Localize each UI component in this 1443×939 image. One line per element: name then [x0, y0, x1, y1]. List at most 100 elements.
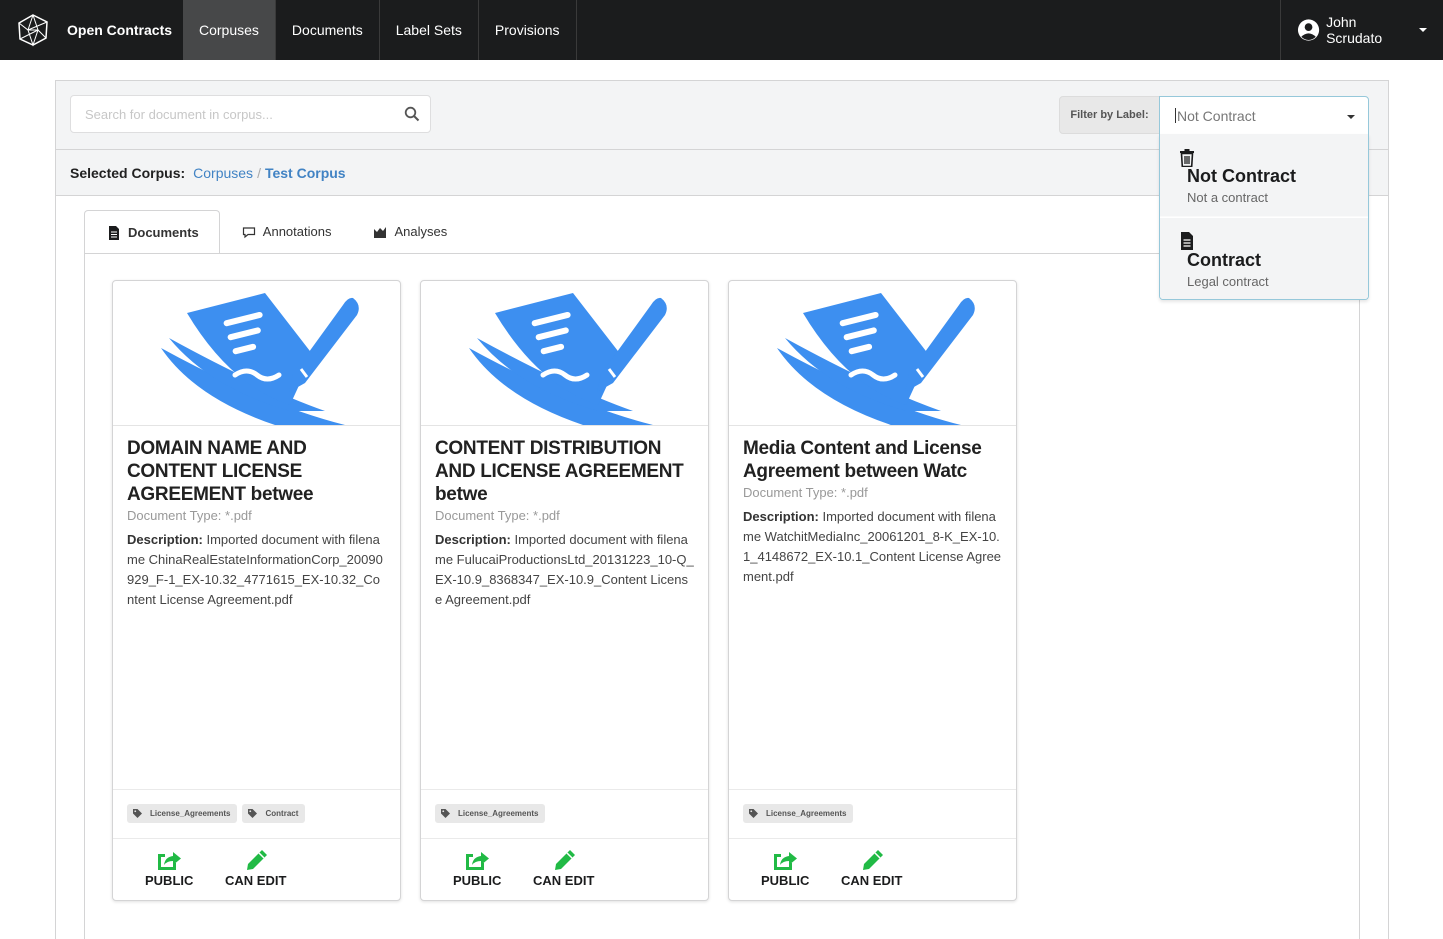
filter-selected-value: Not Contract [1177, 107, 1256, 124]
document-card[interactable]: DOMAIN NAME AND CONTENT LICENSE AGREEMEN… [112, 280, 401, 901]
tag-icon [749, 809, 758, 818]
breadcrumb-corpuses-link[interactable]: Corpuses [193, 165, 253, 181]
public-label: PUBLIC [453, 873, 502, 888]
document-description: Description: Imported document with file… [435, 530, 694, 610]
public-label: PUBLIC [761, 873, 810, 888]
search-input[interactable] [71, 106, 404, 122]
chart-icon [374, 226, 387, 238]
comment-icon [242, 226, 255, 238]
pencil-icon [862, 850, 883, 870]
label-tag[interactable]: License_Agreements [127, 804, 238, 823]
document-labels: License_Agreements [729, 789, 1016, 839]
document-sign-icon [161, 293, 359, 425]
tab-annotations-label: Annotations [262, 224, 332, 239]
user-avatar-icon [1297, 19, 1320, 41]
label-tag[interactable]: License_Agreements [435, 804, 546, 823]
document-thumbnail [113, 281, 400, 426]
user-menu[interactable]: John Scrudato [1280, 0, 1443, 60]
tab-analyses[interactable]: Analyses [351, 210, 467, 253]
tab-documents[interactable]: Documents [84, 210, 220, 254]
tag-icon [133, 809, 142, 818]
card-body: Media Content and License Agreement betw… [729, 426, 1016, 587]
tab-annotations[interactable]: Annotations [220, 210, 352, 253]
document-type: Document Type: *.pdf [127, 508, 252, 523]
search-icon[interactable] [404, 106, 420, 122]
document-type: Document Type: *.pdf [435, 508, 560, 523]
label-tag[interactable]: License_Agreements [743, 804, 854, 823]
document-labels: License_Agreements [421, 789, 708, 839]
open-contracts-logo-icon [18, 14, 48, 47]
pencil-icon [246, 850, 267, 870]
edit-permission[interactable]: CAN EDIT [841, 849, 902, 888]
tag-icon [248, 809, 258, 818]
option-title: Not Contract [1187, 166, 1296, 186]
card-body: CONTENT DISTRIBUTION AND LICENSE AGREEME… [421, 426, 708, 610]
file-icon [1181, 232, 1193, 250]
document-sign-icon [469, 293, 667, 425]
brand-name: Open Contracts [67, 22, 173, 38]
breadcrumb-current-corpus[interactable]: Test Corpus [265, 165, 346, 181]
can-edit-label: CAN EDIT [533, 873, 595, 888]
nav-item-label-sets[interactable]: Label Sets [380, 0, 479, 60]
public-status[interactable]: PUBLIC [761, 849, 809, 888]
document-thumbnail [729, 281, 1016, 426]
search-box[interactable] [70, 95, 431, 133]
option-description: Not a contract [1187, 190, 1268, 205]
document-title[interactable]: CONTENT DISTRIBUTION AND LICENSE AGREEME… [435, 437, 694, 506]
user-name: John Scrudato [1326, 14, 1383, 46]
nav-item-documents[interactable]: Documents [276, 0, 380, 60]
nav-item-corpuses[interactable]: Corpuses [183, 0, 276, 60]
public-status[interactable]: PUBLIC [145, 849, 193, 888]
corpus-tabs: Documents Annotations Analyses [84, 210, 467, 254]
pencil-icon [554, 850, 575, 870]
description-label: Description: [435, 532, 511, 547]
share-icon [466, 852, 490, 870]
selected-corpus-title: Selected Corpus: [70, 164, 186, 181]
share-icon [158, 852, 182, 870]
file-text-icon [109, 225, 119, 240]
edit-permission[interactable]: CAN EDIT [225, 849, 286, 888]
card-footer: PUBLIC CAN EDIT [729, 838, 1016, 900]
document-title[interactable]: DOMAIN NAME AND CONTENT LICENSE AGREEMEN… [127, 437, 386, 506]
label-tag-text: License_Agreements [458, 809, 539, 818]
description-label: Description: [127, 532, 203, 547]
option-title: Contract [1187, 250, 1262, 270]
document-description: Description: Imported document with file… [127, 530, 386, 610]
document-description: Description: Imported document with file… [743, 507, 1002, 587]
card-footer: PUBLIC CAN EDIT [113, 838, 400, 900]
label-tag-text: License_Agreements [150, 809, 231, 818]
label-filter-menu: Not Contract Not a contract Contract Leg… [1159, 134, 1369, 300]
brand[interactable]: Open Contracts [0, 0, 183, 60]
label-filter-dropdown[interactable]: Not Contract [1159, 96, 1369, 135]
public-status[interactable]: PUBLIC [453, 849, 501, 888]
card-body: DOMAIN NAME AND CONTENT LICENSE AGREEMEN… [113, 426, 400, 610]
document-thumbnail [421, 281, 708, 426]
can-edit-label: CAN EDIT [841, 873, 903, 888]
edit-permission[interactable]: CAN EDIT [533, 849, 594, 888]
document-title[interactable]: Media Content and License Agreement betw… [743, 437, 1002, 483]
description-label: Description: [743, 509, 819, 524]
can-edit-label: CAN EDIT [225, 873, 287, 888]
label-tag-text: Contract [265, 809, 299, 818]
label-tag-text: License_Agreements [766, 809, 847, 818]
top-navbar: Open Contracts Corpuses Documents Label … [0, 0, 1443, 60]
document-type: Document Type: *.pdf [743, 485, 868, 500]
share-icon [774, 852, 798, 870]
card-footer: PUBLIC CAN EDIT [421, 838, 708, 900]
option-description: Legal contract [1187, 274, 1269, 289]
nav-item-provisions[interactable]: Provisions [479, 0, 577, 60]
document-card[interactable]: Media Content and License Agreement betw… [728, 280, 1017, 901]
filter-option-contract[interactable]: Contract Legal contract [1160, 218, 1368, 299]
filter-by-label-label: Filter by Label: [1059, 96, 1160, 134]
dropdown-arrow-icon[interactable] [1347, 115, 1355, 119]
public-label: PUBLIC [145, 873, 194, 888]
document-card[interactable]: CONTENT DISTRIBUTION AND LICENSE AGREEME… [420, 280, 709, 901]
tab-documents-label: Documents [128, 225, 199, 240]
chevron-down-icon [1419, 28, 1427, 32]
filter-option-not-contract[interactable]: Not Contract Not a contract [1160, 134, 1368, 217]
label-tag[interactable]: Contract [242, 804, 306, 823]
document-labels: License_Agreements Contract [113, 789, 400, 839]
trash-icon [1180, 149, 1194, 167]
document-sign-icon [777, 293, 975, 425]
